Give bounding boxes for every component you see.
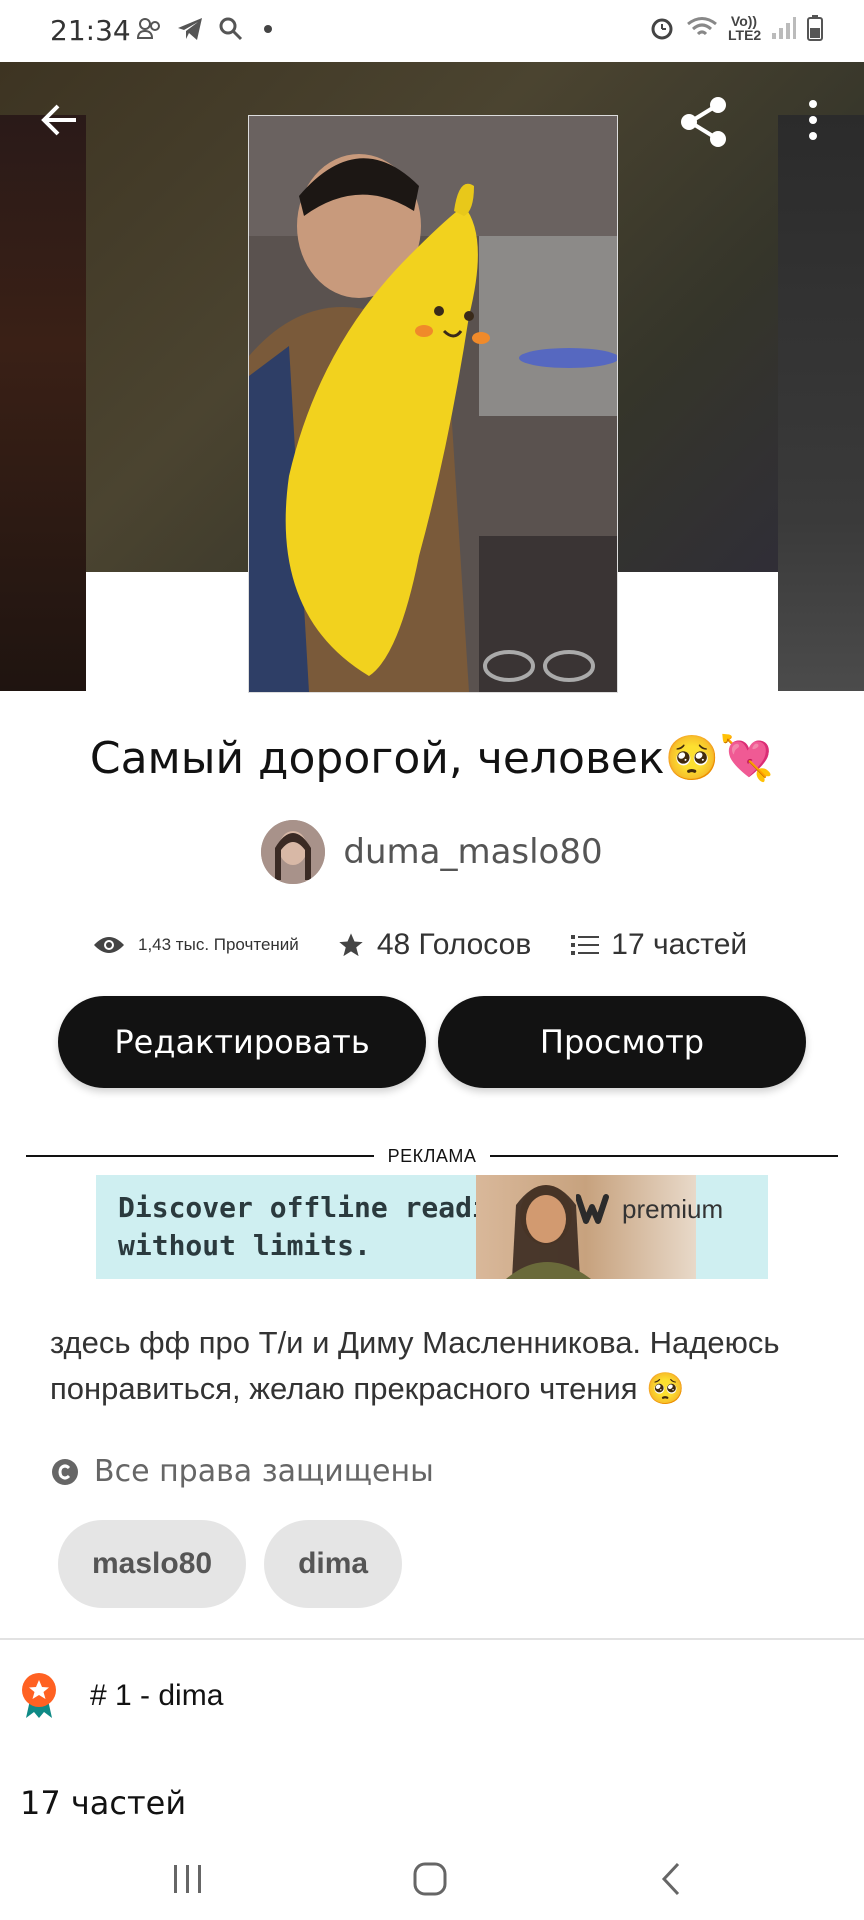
copyright-row: Все права защищены xyxy=(50,1454,434,1489)
wifi-icon xyxy=(687,17,717,36)
dot-icon xyxy=(264,25,272,33)
rank-text: # 1 - dima xyxy=(90,1679,224,1712)
status-time: 21:34 xyxy=(50,14,131,47)
ad-text: Discover offline reading without limits. xyxy=(118,1189,523,1265)
recent-apps-icon xyxy=(174,1865,201,1893)
author-row[interactable]: duma_maslo80 xyxy=(0,820,864,884)
battery-icon xyxy=(807,15,823,41)
list-icon xyxy=(571,935,600,955)
search-icon xyxy=(219,17,243,41)
copyright-text: Все права защищены xyxy=(94,1454,434,1489)
home-button[interactable] xyxy=(400,1854,460,1904)
more-options-icon[interactable] xyxy=(800,96,826,146)
back-arrow-icon[interactable] xyxy=(38,98,82,142)
votes-count: 48 Голосов xyxy=(376,928,532,961)
star-icon xyxy=(339,933,363,957)
ad-label-row: РЕКЛАМА xyxy=(26,1144,839,1168)
parts-stat: 17 частей xyxy=(571,928,747,962)
home-icon xyxy=(413,1862,447,1896)
ad-logo: premium xyxy=(576,1193,723,1225)
back-chevron-icon xyxy=(661,1862,680,1896)
ad-banner[interactable]: Discover offline reading without limits.… xyxy=(96,1175,768,1279)
eye-icon xyxy=(94,937,124,953)
author-avatar[interactable] xyxy=(261,820,326,884)
view-button[interactable]: Просмотр xyxy=(438,996,806,1088)
story-description: здесь фф про Т/и и Диму Масленникова. На… xyxy=(50,1325,780,1406)
status-left-icons xyxy=(136,16,272,42)
status-right-icons: Vo)) LTE2 xyxy=(648,14,824,42)
votes-stat: 48 Голосов xyxy=(337,928,531,962)
back-button[interactable] xyxy=(642,1854,702,1904)
reads-stat: 1,43 тыс. Прочтений xyxy=(92,933,299,957)
rank-row[interactable]: # 1 - dima xyxy=(20,1672,223,1720)
reads-count: 1,43 тыс. Прочтений xyxy=(138,935,299,954)
network-label: Vo)) LTE2 xyxy=(728,13,762,43)
cover-image xyxy=(249,116,617,692)
section-divider xyxy=(0,1638,864,1640)
ad-line-1: Discover offline reading xyxy=(118,1191,523,1224)
alarm-icon xyxy=(651,18,673,40)
navigation-bar xyxy=(0,1840,864,1920)
share-icon[interactable] xyxy=(676,94,732,150)
story-cover[interactable] xyxy=(248,115,618,693)
previous-story-cover[interactable] xyxy=(0,115,86,691)
story-title: Самый дорогой, человек🥺💘 xyxy=(89,733,775,784)
parts-heading: 17 частей xyxy=(20,1784,187,1822)
ad-line-2: without limits. xyxy=(118,1229,371,1262)
ad-brand: premium xyxy=(622,1193,724,1224)
wattpad-logo-icon xyxy=(576,1194,609,1224)
ad-label: РЕКЛАМА xyxy=(387,1145,477,1166)
telegram-icon xyxy=(178,18,202,40)
tag-list: maslo80 dima xyxy=(58,1520,403,1608)
edit-button[interactable]: Редактировать xyxy=(58,996,426,1088)
next-story-cover[interactable] xyxy=(778,115,864,691)
divider xyxy=(26,1155,374,1157)
signal-icon xyxy=(772,17,796,39)
ad-image xyxy=(476,1175,696,1279)
parts-count-stat: 17 частей xyxy=(611,928,748,961)
copyright-icon xyxy=(52,1458,78,1485)
status-bar: 21:34 Vo)) LTE2 xyxy=(0,0,864,62)
divider xyxy=(490,1155,839,1157)
rank-badge-icon xyxy=(22,1673,56,1718)
people-icon xyxy=(136,18,160,39)
tag-chip[interactable]: dima xyxy=(264,1520,403,1608)
recent-apps-button[interactable] xyxy=(158,1854,218,1904)
author-name[interactable]: duma_maslo80 xyxy=(343,832,602,872)
tag-chip[interactable]: maslo80 xyxy=(58,1520,247,1608)
story-stats: 1,43 тыс. Прочтений 48 Голосов 17 частей xyxy=(92,922,792,968)
